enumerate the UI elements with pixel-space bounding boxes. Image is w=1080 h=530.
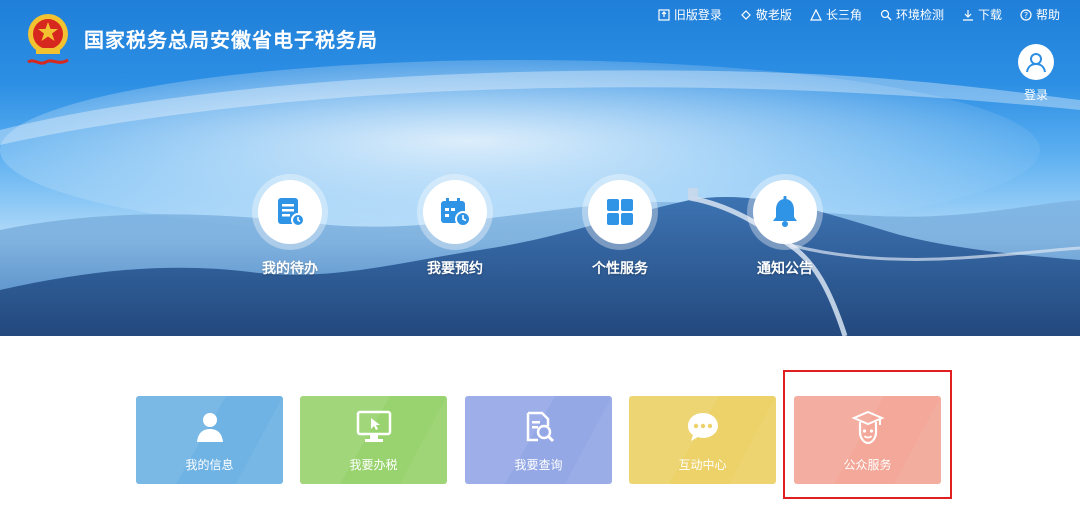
national-emblem-logo — [22, 10, 74, 72]
site-title: 国家税务总局安徽省电子税务局 — [84, 27, 378, 52]
nav-elderly-version[interactable]: 敬老版 — [740, 6, 792, 23]
tile-label: 我的信息 — [185, 458, 234, 472]
quick-link-personal-service[interactable]: 个性服务 — [575, 174, 665, 278]
graduate-icon — [850, 410, 885, 445]
environment-check-icon — [880, 9, 892, 20]
site-brand[interactable]: 国家税务总局安徽省电子税务局 — [22, 10, 378, 72]
tile-query[interactable]: 我要查询 — [465, 396, 612, 484]
document-search-icon — [526, 411, 554, 443]
calendar-clock-icon — [423, 180, 487, 244]
monitor-cursor-icon — [356, 410, 391, 442]
quick-link-label: 我的待办 — [262, 261, 318, 277]
quick-link-label: 个性服务 — [592, 261, 648, 277]
user-icon — [1018, 44, 1054, 80]
tile-public-service[interactable]: 公众服务 — [794, 396, 941, 484]
nav-download[interactable]: 下载 — [962, 6, 1002, 23]
tile-label: 我要办税 — [349, 458, 398, 472]
tile-label: 我要查询 — [514, 458, 563, 472]
nav-label: 下载 — [977, 8, 1002, 22]
quick-link-announcements[interactable]: 通知公告 — [740, 174, 830, 278]
login-label: 登录 — [1023, 88, 1048, 102]
top-navigation: 旧版登录 敬老版 长三角 环境检测 下载 ? 帮助 — [658, 6, 1060, 23]
login-button[interactable]: 登录 — [1014, 44, 1058, 103]
quick-link-label: 通知公告 — [757, 261, 813, 277]
nav-label: 敬老版 — [755, 8, 792, 22]
hero-banner: 国家税务总局安徽省电子税务局 旧版登录 敬老版 长三角 环境检测 下载 ? 帮助 — [0, 0, 1080, 336]
quick-link-my-todo[interactable]: 我的待办 — [245, 174, 335, 278]
nav-environment-check[interactable]: 环境检测 — [880, 6, 944, 23]
todo-list-icon — [258, 180, 322, 244]
chat-bubble-icon — [687, 413, 718, 441]
tile-my-info[interactable]: 我的信息 — [136, 396, 283, 484]
tile-interaction-center[interactable]: 互动中心 — [629, 396, 776, 484]
nav-label: 旧版登录 — [673, 8, 722, 22]
tile-handle-tax[interactable]: 我要办税 — [300, 396, 447, 484]
old-version-icon — [658, 8, 670, 21]
person-icon — [196, 413, 223, 442]
quick-link-label: 我要预约 — [427, 261, 483, 277]
grid-icon — [588, 180, 652, 244]
tile-label: 互动中心 — [678, 458, 727, 472]
nav-label: 环境检测 — [895, 8, 944, 22]
nav-help[interactable]: ? 帮助 — [1020, 6, 1060, 23]
elderly-version-icon — [741, 9, 751, 20]
nav-old-version-login[interactable]: 旧版登录 — [658, 6, 722, 23]
svg-text:?: ? — [1024, 11, 1028, 20]
quick-link-appointment[interactable]: 我要预约 — [410, 174, 500, 278]
nav-label: 帮助 — [1035, 8, 1060, 22]
tile-label: 公众服务 — [843, 458, 892, 472]
help-icon: ? — [1020, 8, 1032, 21]
bell-icon — [753, 180, 817, 244]
yangtze-delta-icon — [809, 8, 822, 21]
download-icon — [962, 9, 973, 21]
nav-yangtze-delta[interactable]: 长三角 — [809, 6, 862, 23]
nav-label: 长三角 — [825, 8, 862, 22]
